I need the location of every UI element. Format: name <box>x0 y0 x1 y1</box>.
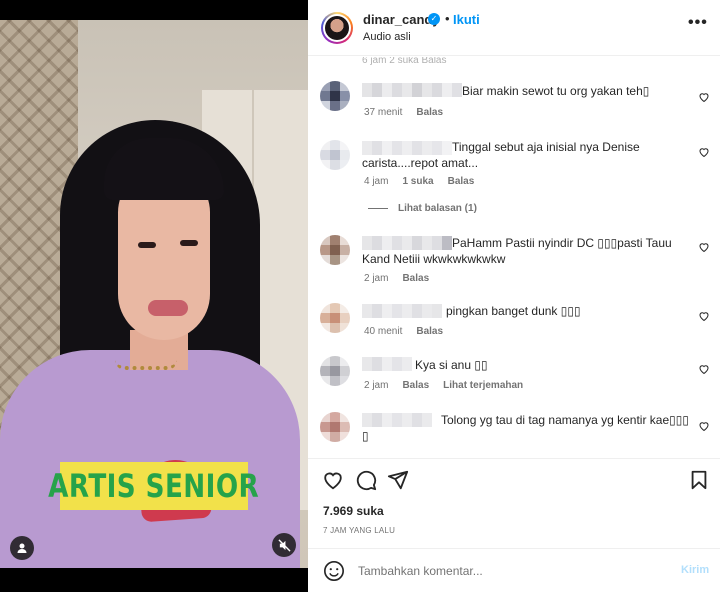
comment-text: Biar makin sewot tu org yakan teh▯ <box>462 84 650 98</box>
comment-avatar[interactable] <box>320 235 350 265</box>
comment-avatar[interactable] <box>320 140 350 170</box>
like-comment-heart-icon[interactable] <box>698 310 710 322</box>
post-time: 7 JAM YANG LALU <box>323 526 396 535</box>
mute-button[interactable] <box>272 533 296 557</box>
comment-input[interactable] <box>358 559 658 583</box>
reply-button[interactable]: Balas <box>416 326 443 337</box>
post-panel: dinar_candy ✓ • Ikuti Audio asli ••• 6 j… <box>308 0 720 592</box>
cut-comment-meta: 6 jam 2 suka Balas <box>362 57 447 66</box>
like-comment-heart-icon[interactable] <box>698 363 710 375</box>
verified-badge-icon: ✓ <box>428 13 440 25</box>
reply-button[interactable]: Balas <box>448 176 475 187</box>
comment-time: 40 menit <box>364 326 403 337</box>
comment-time: 4 jam <box>364 176 389 187</box>
translate-button[interactable]: Lihat terjemahan <box>443 380 523 391</box>
separator: • <box>445 11 450 26</box>
author-avatar[interactable] <box>321 12 353 44</box>
person-shirt <box>0 350 300 568</box>
speaker-muted-icon <box>277 538 291 552</box>
comment-meta: 37 menit Balas <box>364 107 457 118</box>
comment-username-blurred[interactable] <box>362 357 412 371</box>
comment-bubble-icon[interactable] <box>355 469 377 491</box>
necklace <box>115 360 177 370</box>
more-options-icon[interactable]: ••• <box>688 14 708 32</box>
emoji-icon[interactable] <box>323 560 345 582</box>
like-heart-icon[interactable] <box>322 469 344 491</box>
reply-button[interactable]: Balas <box>416 107 443 118</box>
comment-username-blurred[interactable] <box>362 83 462 97</box>
video-frame: ARTIS SENIOR <box>0 20 308 568</box>
comment-avatar[interactable] <box>320 303 350 333</box>
caption-overlay: ARTIS SENIOR <box>49 462 259 510</box>
user-icon <box>17 543 27 553</box>
likes-count[interactable]: 7.969 suka <box>323 504 384 518</box>
reply-button[interactable]: Balas <box>402 273 429 284</box>
comment-text: pingkan banget dunk ▯▯▯ <box>446 304 581 318</box>
comment-text: Tolong yg tau di tag namanya yg kentir k… <box>362 413 689 443</box>
bookmark-icon[interactable] <box>688 469 710 491</box>
post-header: dinar_candy ✓ • Ikuti Audio asli ••• <box>308 0 720 56</box>
comment-meta: 40 menit Balas <box>364 326 457 337</box>
comment-meta: 2 jam Balas Lihat terjemahan <box>364 380 537 391</box>
comment-likes[interactable]: 1 suka <box>402 176 433 187</box>
caption-text: ARTIS SENIOR <box>48 467 260 505</box>
comment-meta: 2 jam Balas <box>364 273 443 284</box>
like-comment-heart-icon[interactable] <box>698 146 710 158</box>
comment-text: Tinggal sebut aja inisial nya Denise car… <box>362 140 640 170</box>
comment-text: PaHamm Pastii nyindir DC ▯▯▯pasti Tauu K… <box>362 236 672 266</box>
comment-time: 37 menit <box>364 107 403 118</box>
comment-meta: 4 jam 1 suka Balas <box>364 176 488 187</box>
comment-avatar[interactable] <box>320 412 350 442</box>
reply-button[interactable]: Balas <box>402 380 429 391</box>
comment-avatar[interactable] <box>320 356 350 386</box>
post-comment-button[interactable]: Kirim <box>681 564 709 576</box>
comment-time: 2 jam <box>364 273 389 284</box>
follow-button[interactable]: Ikuti <box>453 12 480 27</box>
user-tag-button[interactable] <box>10 536 34 560</box>
like-comment-heart-icon[interactable] <box>698 241 710 253</box>
share-paper-plane-icon[interactable] <box>387 469 409 491</box>
comment-username-blurred[interactable] <box>362 304 442 318</box>
comments-list[interactable]: 6 jam 2 suka Balas Biar makin sewot tu o… <box>308 57 720 458</box>
comment-time: 2 jam <box>364 380 389 391</box>
post-actions: 7.969 suka 7 JAM YANG LALU <box>308 458 720 548</box>
view-replies-button[interactable]: Lihat balasan (1) <box>368 203 477 214</box>
like-comment-heart-icon[interactable] <box>698 91 710 103</box>
like-comment-heart-icon[interactable] <box>698 420 710 432</box>
comment-text: Kya si anu ▯▯ <box>415 358 488 372</box>
audio-label[interactable]: Audio asli <box>363 31 411 43</box>
video-player[interactable]: ARTIS SENIOR <box>0 0 308 592</box>
add-comment-bar: Kirim <box>308 548 720 592</box>
comment-avatar[interactable] <box>320 81 350 111</box>
